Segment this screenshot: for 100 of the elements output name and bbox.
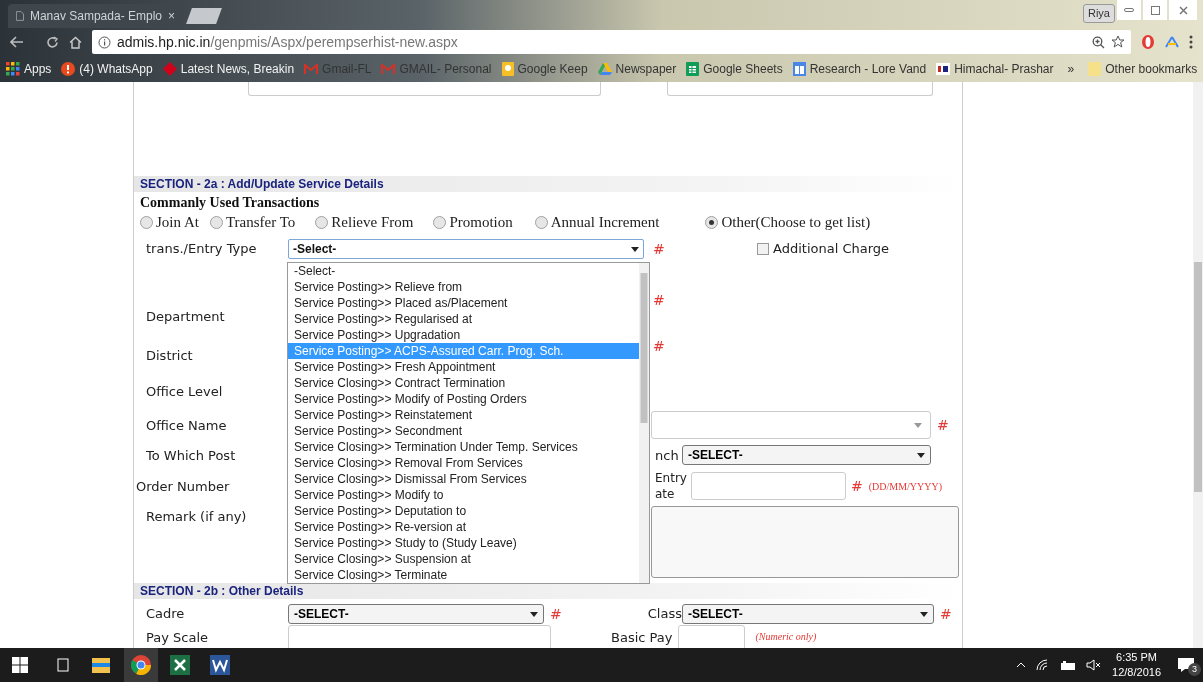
required-mark: # [653,241,665,257]
info-icon [98,35,111,49]
field-label: Cadre [145,605,186,624]
address-bar[interactable]: admis.hp.nic.in/genpmis/Aspx/perempserhist-new.aspx [92,30,1131,54]
bookmark-folder[interactable]: Other bookmarks [1088,60,1198,78]
dropdown-option[interactable]: Service Closing>> Dismissal From Services [288,471,639,487]
cadre-select[interactable]: -SELECT- [288,604,544,624]
bookmark-link[interactable]: Apps [6,60,52,78]
extension-icon[interactable] [1141,34,1155,50]
dropdown-arrow-icon [530,611,538,617]
field-label: District [145,347,193,366]
new-tab-button[interactable] [186,8,222,24]
radio-button[interactable] [315,215,329,229]
field-label: Order Number [136,479,230,494]
clock-date: 12/8/2016 [1112,665,1161,680]
radio-button[interactable] [433,215,447,229]
url-text: admis.hp.nic.in/genpmis/Aspx/perempserhist-new.aspx [117,32,458,52]
radio-button[interactable] [140,215,153,229]
field-label: Remark (if any) [146,509,247,524]
windows-start-icon[interactable] [12,657,28,673]
dropdown-option[interactable]: Service Posting>> Relieve from [288,279,639,295]
apps-grid-icon [6,62,20,76]
dropdown-option[interactable]: Service Posting>> Placed as/Placement [288,295,639,311]
dropdown-option[interactable]: Service Posting>> Secondment [288,423,639,439]
task-view-icon[interactable] [56,658,70,672]
input-field[interactable] [667,82,933,96]
home-icon[interactable] [69,35,82,49]
star-icon[interactable] [1111,35,1125,49]
bookmark-link[interactable]: Newspaper [597,60,677,78]
dropdown-option[interactable]: Service Closing>> Removal From Services [288,455,639,471]
bookmark-link[interactable]: Google Keep [501,60,588,78]
triangle-icon [597,63,612,75]
scrollbar[interactable] [639,263,649,583]
close-button[interactable] [1169,0,1197,20]
radio-button[interactable] [705,215,719,229]
required-mark: # [550,606,562,622]
speaker-muted-icon[interactable] [1086,659,1103,671]
radio-button[interactable] [209,215,223,229]
tab-close-button[interactable]: × [168,7,175,25]
field-label: Pay Scale [146,630,209,645]
dropdown-option[interactable]: Service Posting>> Regularised at [288,311,639,327]
dropdown-option[interactable]: Service Posting>> Study to (Study Leave) [288,535,639,551]
battery-icon[interactable] [1060,660,1077,670]
reload-icon[interactable] [46,35,59,49]
chevron-up-icon[interactable] [1016,662,1027,668]
dropdown-option[interactable]: Service Posting>> Modify to [288,487,639,503]
site-icon [936,63,951,75]
dropdown-option[interactable]: Service Posting>> Modify of Posting Orders [288,391,639,407]
numeric-hint: (Numeric only) [755,630,817,644]
dropdown-option[interactable]: Service Posting>> Fresh Appointment [288,359,639,375]
bookmark-link[interactable]: (4) WhatsApp [61,60,153,78]
folder-icon[interactable] [92,657,110,673]
checkbox[interactable] [757,243,769,255]
date-field[interactable] [691,472,846,500]
word-app-icon[interactable] [210,655,230,675]
dropdown-option[interactable]: Service Posting>> Upgradation [288,327,639,343]
scrollbar[interactable] [1193,82,1203,648]
class-select[interactable]: -SELECT- [682,604,934,624]
radio-label: Annual Increment [550,212,660,232]
bookmark-link[interactable]: Research - Lore Vand [792,60,927,78]
bookmark-link[interactable]: Latest News, Breakin [162,60,295,78]
radio-button[interactable] [534,215,548,229]
branch-select[interactable]: -SELECT- [682,445,931,465]
dropdown-arrow-icon [917,452,925,458]
bookmark-link[interactable]: Google Sheets [686,60,783,78]
dropdown-option[interactable]: Service Closing>> Suspension at [288,551,639,567]
dropdown-option[interactable]: -Select- [288,263,639,279]
bookmark-link[interactable]: Himachal- Prashar [936,60,1054,78]
browser-icon[interactable] [131,655,151,675]
dropdown-option[interactable]: Service Closing>> Contract Termination [288,375,639,391]
remark-textarea[interactable] [651,506,959,578]
extension-icon[interactable] [1165,36,1179,48]
tab-title: Manav Sampada- Emplo [29,8,162,25]
zoom-icon[interactable] [1092,35,1105,49]
bookmarks-overflow-button[interactable]: » [1067,60,1075,78]
dropdown-option[interactable]: Service Posting>> Re-version at [288,519,639,535]
dropdown-option[interactable]: Service Posting>> Deputation to [288,503,639,519]
dropdown-arrow-icon [914,422,922,428]
field-label: Department [146,309,225,324]
menu-icon[interactable] [1189,35,1193,49]
dropdown-option[interactable]: Service Closing>> Terminate [288,567,639,583]
dropdown-option[interactable]: Service Posting>> Reinstatement [288,407,639,423]
spreadsheet-icon [686,62,700,76]
dropdown-option[interactable]: Service Closing>> Termination Under Temp. Services [288,439,639,455]
field-label: Basic Pay [611,630,673,645]
field-label: nch [655,448,679,463]
document-icon [792,62,806,76]
required-mark: # [940,606,952,622]
mail-icon [304,63,319,75]
input-field[interactable] [248,82,601,96]
entry-type-select[interactable]: -Select- [288,239,644,259]
spreadsheet-app-icon[interactable] [170,655,190,675]
minimize-button[interactable] [1117,0,1141,20]
date-format-hint: (DD/MM/YYYY) [868,479,943,494]
profile-button[interactable]: Riya [1083,4,1115,23]
page-icon [16,10,24,22]
clock-time: 6:35 PM [1116,650,1157,665]
mail-icon [381,63,396,75]
back-icon[interactable] [10,36,24,48]
restore-button[interactable] [1143,0,1167,20]
